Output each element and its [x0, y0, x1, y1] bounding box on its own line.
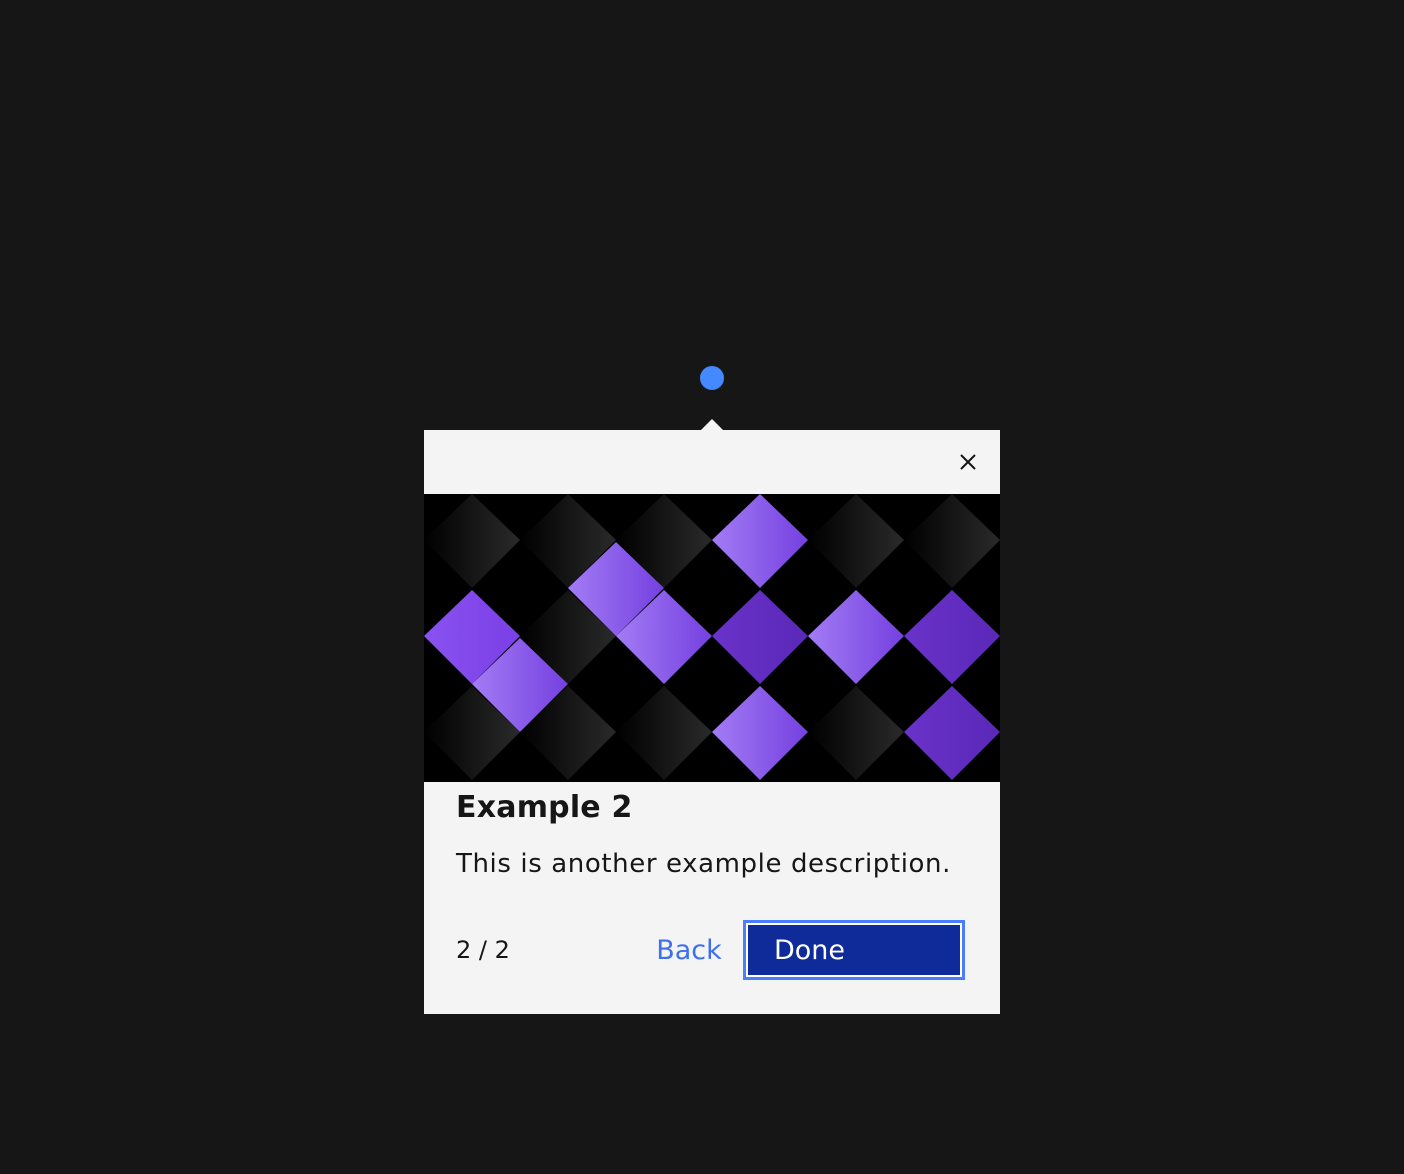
- done-button-label: Done: [774, 934, 846, 966]
- popover-header: [424, 430, 1000, 494]
- popover-description: This is another example description.: [456, 849, 951, 879]
- pattern-row-1: [424, 494, 1000, 588]
- done-button[interactable]: Done: [743, 920, 965, 980]
- step-counter: 2 / 2: [456, 936, 510, 964]
- hero-image: [424, 494, 1000, 782]
- back-button[interactable]: Back: [632, 920, 746, 980]
- close-icon: [960, 454, 976, 470]
- close-button[interactable]: [944, 438, 992, 486]
- popover-title: Example 2: [456, 790, 633, 825]
- hotspot-dot[interactable]: [700, 366, 724, 390]
- popover-caret: [701, 419, 723, 430]
- tour-popover: Example 2 This is another example descri…: [424, 430, 1000, 1014]
